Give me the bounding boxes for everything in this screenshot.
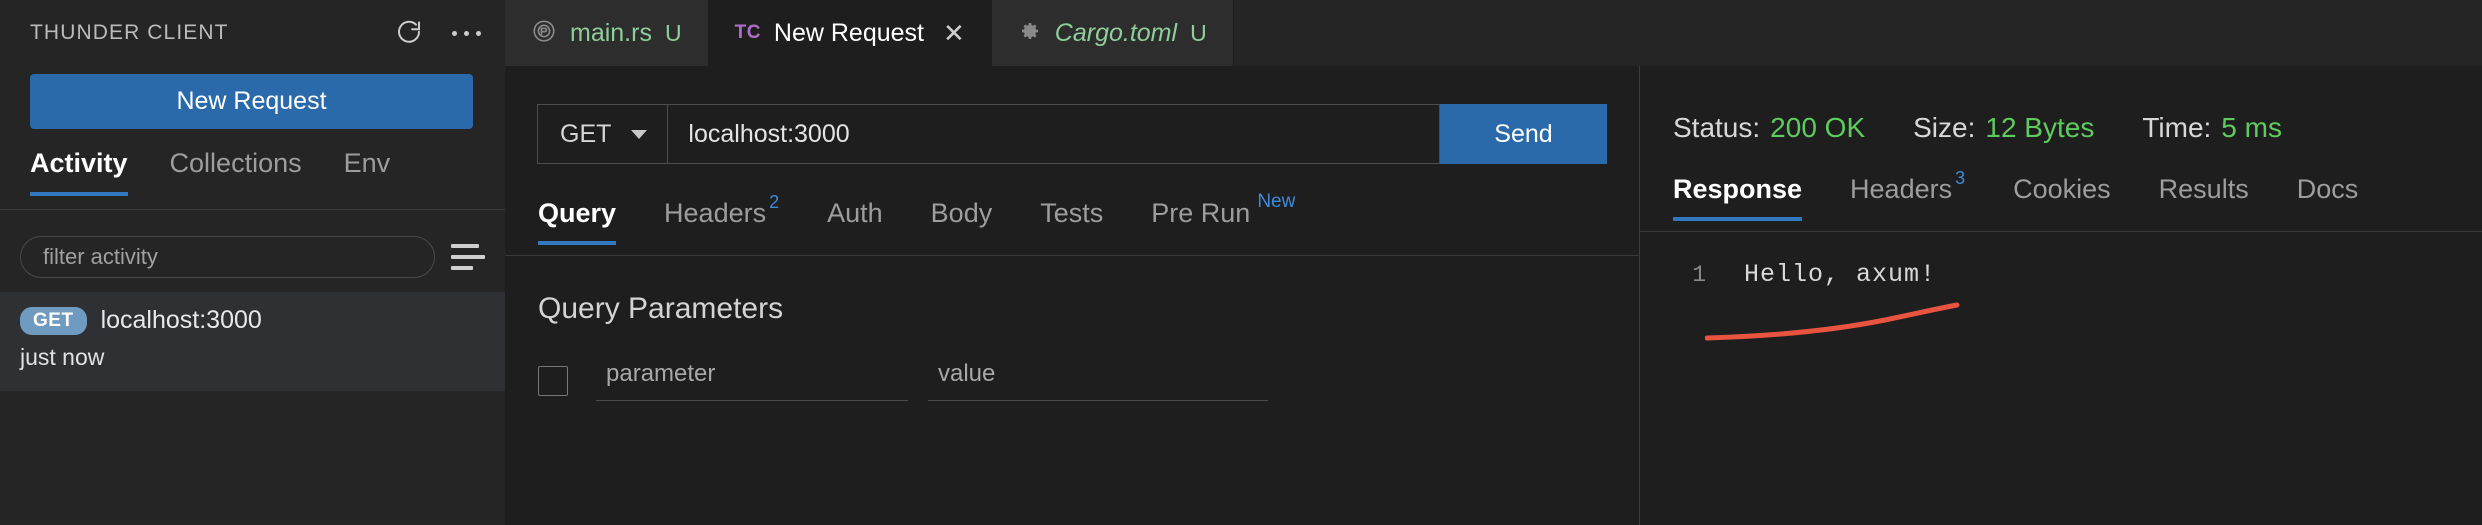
filter-lines-icon[interactable] bbox=[451, 244, 485, 270]
filter-activity-input[interactable] bbox=[20, 236, 435, 278]
tab-new-request[interactable]: TC New Request ✕ bbox=[708, 0, 992, 66]
code-line: 1 Hello, axum! bbox=[1640, 260, 2482, 289]
tab-dirty-badge: U bbox=[664, 19, 682, 46]
activity-list: GET localhost:3000 just now bbox=[0, 292, 505, 391]
sidebar-title: THUNDER CLIENT bbox=[30, 21, 229, 44]
tab-label: Body bbox=[930, 198, 993, 228]
tab-body[interactable]: Body bbox=[931, 198, 993, 245]
tab-label: Cargo.toml bbox=[1054, 18, 1178, 47]
tab-headers[interactable]: Headers 2 bbox=[664, 192, 779, 245]
tab-label: Response bbox=[1673, 174, 1803, 204]
thunder-client-window: THUNDER CLIENT New Request Activity Coll… bbox=[0, 0, 2482, 525]
tab-docs[interactable]: Docs bbox=[2297, 174, 2359, 221]
sidebar-tab-env[interactable]: Env bbox=[344, 148, 391, 196]
method-badge: GET bbox=[20, 306, 87, 335]
sidebar-tab-collections[interactable]: Collections bbox=[170, 148, 302, 196]
query-param-value-input[interactable] bbox=[928, 360, 1268, 401]
response-status-bar: Status: 200 OK Size: 12 Bytes Time: 5 ms bbox=[1673, 112, 2482, 144]
request-pane: GET Send Query Headers 2 Auth bbox=[505, 66, 1640, 525]
main-area: main.rs U TC New Request ✕ Cargo.toml U bbox=[505, 0, 2482, 525]
gear-icon bbox=[1018, 19, 1042, 48]
tab-main-rs[interactable]: main.rs U bbox=[505, 0, 709, 66]
time-badge: Time: 5 ms bbox=[2142, 112, 2282, 144]
status-badge: Status: 200 OK bbox=[1673, 112, 1865, 144]
chevron-down-icon bbox=[631, 129, 648, 139]
rust-icon bbox=[531, 18, 557, 49]
editor-tab-bar: main.rs U TC New Request ✕ Cargo.toml U bbox=[505, 0, 2482, 66]
list-item[interactable]: GET localhost:3000 just now bbox=[0, 292, 505, 391]
url-input[interactable] bbox=[667, 104, 1440, 164]
tab-dirty-badge: U bbox=[1190, 19, 1207, 46]
query-parameters-title: Query Parameters bbox=[538, 292, 784, 325]
tab-cookies[interactable]: Cookies bbox=[2013, 174, 2111, 221]
activity-item-time: just now bbox=[20, 344, 105, 370]
close-icon[interactable]: ✕ bbox=[943, 18, 965, 49]
sidebar-tabs: Activity Collections Env bbox=[0, 148, 505, 210]
query-param-checkbox[interactable] bbox=[538, 365, 568, 396]
sidebar: THUNDER CLIENT New Request Activity Coll… bbox=[0, 0, 505, 525]
tab-count-badge: 2 bbox=[769, 192, 780, 212]
tab-label: Headers bbox=[1850, 174, 1953, 204]
tab-label: Results bbox=[2158, 174, 2249, 204]
response-body: 1 Hello, axum! bbox=[1640, 260, 2482, 289]
tab-results[interactable]: Results bbox=[2159, 174, 2249, 221]
time-label: Time: bbox=[2142, 112, 2212, 143]
time-value: 5 ms bbox=[2221, 112, 2282, 143]
url-row: GET Send bbox=[537, 104, 1607, 164]
status-value: 200 OK bbox=[1770, 112, 1866, 143]
tab-new-badge: New bbox=[1257, 191, 1296, 212]
activity-item-url: localhost:3000 bbox=[100, 306, 262, 334]
tab-label: New Request bbox=[773, 18, 924, 47]
http-method-select[interactable]: GET bbox=[537, 104, 668, 164]
panes: GET Send Query Headers 2 Auth bbox=[505, 66, 2482, 525]
size-value: 12 Bytes bbox=[1985, 112, 2095, 143]
sidebar-tab-activity[interactable]: Activity bbox=[30, 148, 128, 196]
tab-tests[interactable]: Tests bbox=[1040, 198, 1103, 245]
tab-label: Docs bbox=[2296, 174, 2359, 204]
query-param-row bbox=[538, 360, 1639, 401]
tab-label: Tests bbox=[1040, 198, 1104, 228]
filter-row bbox=[0, 228, 505, 286]
response-tabs: Response Headers 3 Cookies Results Docs bbox=[1640, 168, 2482, 232]
activity-item-header: GET localhost:3000 bbox=[20, 306, 485, 335]
tab-label: main.rs bbox=[570, 18, 652, 47]
tab-response[interactable]: Response bbox=[1673, 174, 1803, 221]
more-options-icon[interactable] bbox=[450, 23, 483, 44]
tab-label: Query bbox=[538, 198, 617, 228]
thunder-client-icon: TC bbox=[734, 22, 761, 43]
sidebar-header: THUNDER CLIENT bbox=[0, 0, 505, 66]
tab-count-badge: 3 bbox=[1955, 168, 1966, 188]
tab-label: Auth bbox=[827, 198, 883, 228]
http-method-value: GET bbox=[560, 119, 612, 148]
refresh-icon[interactable] bbox=[394, 18, 424, 48]
response-body-text: Hello, axum! bbox=[1744, 260, 1937, 289]
tab-response-headers[interactable]: Headers 3 bbox=[1850, 168, 1965, 221]
sidebar-header-actions bbox=[394, 18, 483, 48]
tab-query[interactable]: Query bbox=[538, 198, 617, 245]
tab-label: Cookies bbox=[2013, 174, 2111, 204]
status-label: Status: bbox=[1673, 112, 1761, 143]
new-request-button[interactable]: New Request bbox=[30, 74, 473, 129]
size-label: Size: bbox=[1913, 112, 1976, 143]
tab-label: Pre Run bbox=[1151, 198, 1251, 228]
send-button[interactable]: Send bbox=[1440, 104, 1607, 164]
size-badge: Size: 12 Bytes bbox=[1913, 112, 2094, 144]
tab-label: Headers bbox=[664, 198, 767, 228]
tab-auth[interactable]: Auth bbox=[827, 198, 883, 245]
request-tabs: Query Headers 2 Auth Body Tests Pre Run … bbox=[505, 191, 1639, 256]
tab-pre-run[interactable]: Pre Run New bbox=[1151, 191, 1295, 245]
response-pane: Status: 200 OK Size: 12 Bytes Time: 5 ms… bbox=[1640, 66, 2482, 525]
line-number: 1 bbox=[1692, 262, 1706, 288]
query-param-name-input[interactable] bbox=[596, 360, 908, 401]
tab-cargo-toml[interactable]: Cargo.toml U bbox=[991, 0, 1234, 66]
